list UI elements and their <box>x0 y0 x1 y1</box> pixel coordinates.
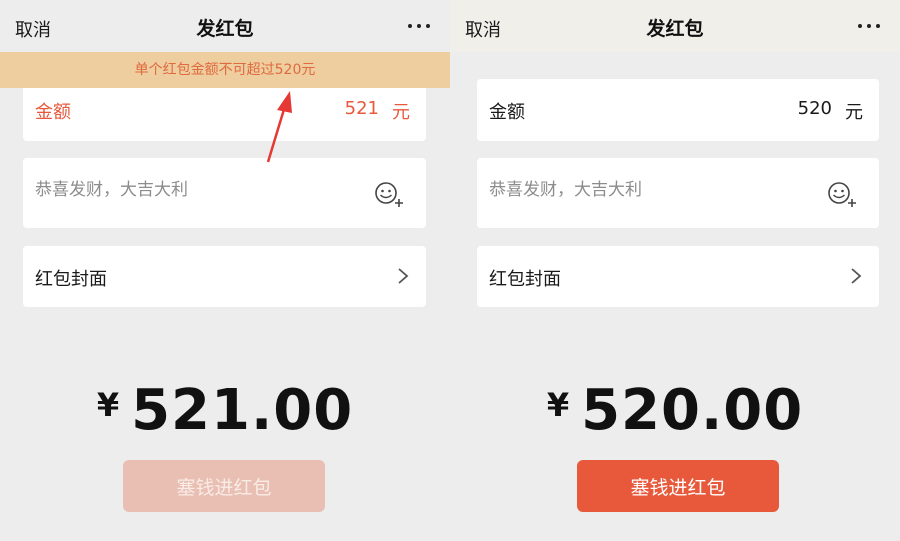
currency-symbol: ¥ <box>546 386 570 424</box>
currency-symbol: ¥ <box>96 386 120 424</box>
nav-bar: 取消 发红包 <box>0 0 450 52</box>
cancel-button[interactable]: 取消 <box>465 16 501 42</box>
chevron-right-icon <box>396 267 410 285</box>
total-amount: ¥521.00 <box>0 378 450 443</box>
page-title: 发红包 <box>196 18 254 40</box>
left-screen: 取消 发红包 金额 521 元 单个红包金额不可超过520元 红包封面 ¥521… <box>0 0 450 541</box>
total-value: 520.00 <box>581 378 804 443</box>
emoji-icon[interactable] <box>374 181 404 207</box>
total-value: 521.00 <box>131 378 354 443</box>
amount-input[interactable]: 521 <box>345 98 379 119</box>
greeting-input[interactable] <box>35 180 355 200</box>
send-button-disabled[interactable]: 塞钱进红包 <box>123 460 325 512</box>
amount-row[interactable]: 金额 520 元 <box>477 79 879 141</box>
amount-unit: 元 <box>845 102 863 123</box>
cover-label: 红包封面 <box>35 269 107 290</box>
emoji-icon[interactable] <box>827 181 857 207</box>
cover-row[interactable]: 红包封面 <box>477 246 879 307</box>
amount-unit: 元 <box>392 102 410 123</box>
greeting-row <box>23 158 426 228</box>
total-amount: ¥520.00 <box>450 378 900 443</box>
page-title: 发红包 <box>646 18 704 40</box>
amount-label: 金额 <box>35 102 71 123</box>
amount-label: 金额 <box>489 102 525 123</box>
greeting-input[interactable] <box>489 180 809 200</box>
amount-row[interactable]: 金额 521 元 <box>23 79 426 141</box>
chevron-right-icon <box>849 267 863 285</box>
greeting-row <box>477 158 879 228</box>
cancel-button[interactable]: 取消 <box>15 16 51 42</box>
more-icon[interactable] <box>858 18 882 34</box>
warning-banner: 单个红包金额不可超过520元 <box>0 52 450 88</box>
more-icon[interactable] <box>408 18 432 34</box>
cover-label: 红包封面 <box>489 269 561 290</box>
send-button[interactable]: 塞钱进红包 <box>577 460 779 512</box>
nav-bar: 取消 发红包 <box>450 0 900 52</box>
amount-input[interactable]: 520 <box>798 98 832 119</box>
right-screen: 取消 发红包 金额 520 元 红包封面 ¥520.00 塞钱进红包 <box>450 0 900 541</box>
cover-row[interactable]: 红包封面 <box>23 246 426 307</box>
